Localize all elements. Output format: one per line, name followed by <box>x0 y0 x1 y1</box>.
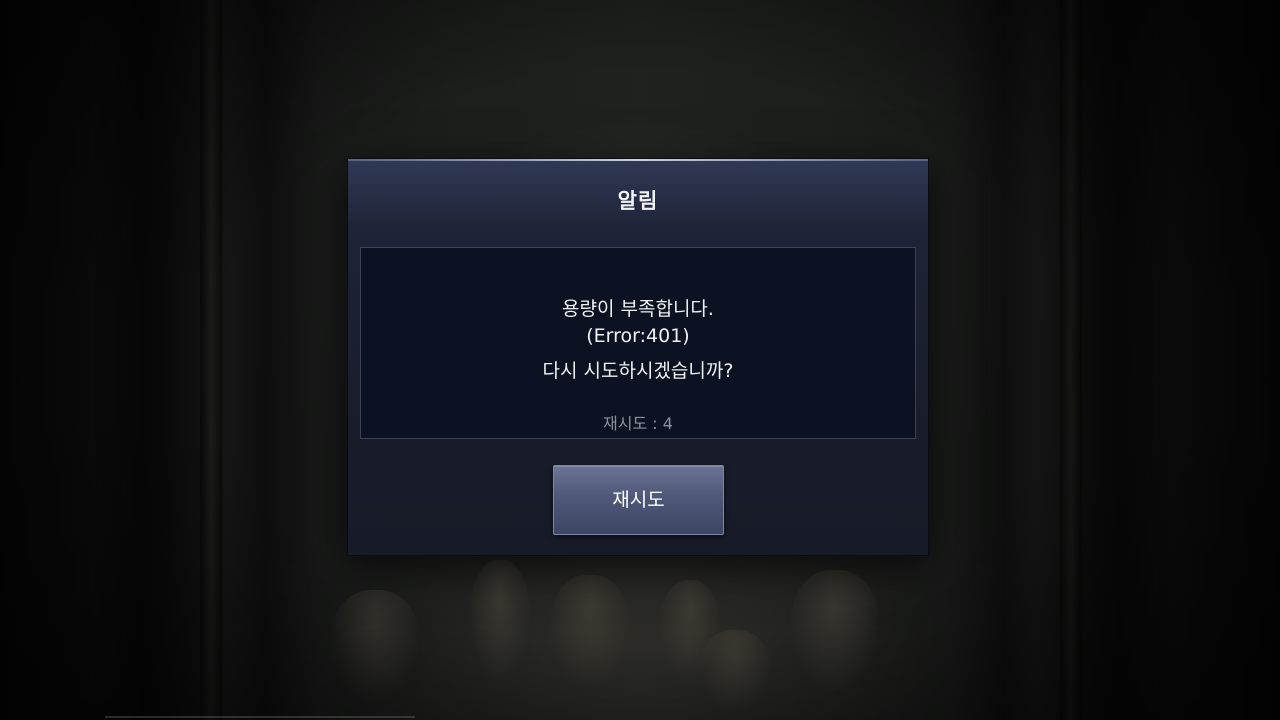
message-text: 용량이 부족합니다. <box>562 298 714 320</box>
retry-button[interactable]: 재시도 <box>553 465 724 535</box>
alert-dialog: 알림 용량이 부족합니다. (Error:401) 다시 시도하시겠습니까? 재… <box>348 159 928 555</box>
error-code-text: (Error:401) <box>586 325 690 347</box>
dialog-message-panel: 용량이 부족합니다. (Error:401) 다시 시도하시겠습니까? 재시도 … <box>360 247 916 439</box>
retry-prompt-text: 다시 시도하시겠습니까? <box>542 360 734 382</box>
retry-count-value: 4 <box>662 414 673 433</box>
retry-count: 재시도 : 4 <box>361 410 915 434</box>
retry-count-label: 재시도 <box>603 414 648 433</box>
loading-progress-line <box>105 716 415 718</box>
dialog-title: 알림 <box>617 189 659 213</box>
retry-count-separator: : <box>647 414 663 433</box>
